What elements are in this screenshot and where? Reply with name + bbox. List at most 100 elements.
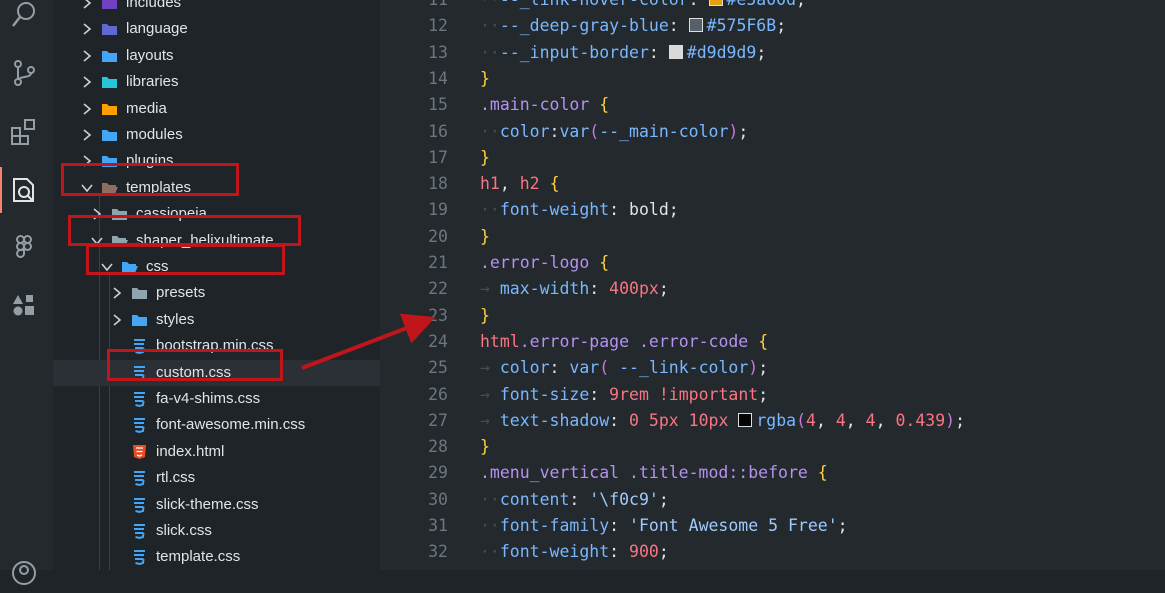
folder-icon xyxy=(102,103,117,115)
chevron-right-icon[interactable] xyxy=(79,21,95,37)
tree-item[interactable]: includes xyxy=(53,0,380,16)
line-number: 23 xyxy=(428,305,448,325)
color-swatch[interactable] xyxy=(668,44,683,59)
tree-item-label: index.html xyxy=(156,442,225,460)
code-text: → text-shadow: 0 5px 10px rgba(4, 4, 4, … xyxy=(480,410,966,430)
account-icon[interactable] xyxy=(9,558,39,588)
folder-icon xyxy=(102,0,117,9)
line-number: 14 xyxy=(428,68,448,88)
folder-icon xyxy=(132,314,147,326)
code-line[interactable]: 32 ··font-weight: 900; xyxy=(380,539,1165,565)
tree-item[interactable]: slick-theme.css xyxy=(53,492,380,518)
code-text: ··font-weight: bold; xyxy=(480,200,679,220)
code-line[interactable]: 17} xyxy=(380,145,1165,171)
chevron-right-icon[interactable] xyxy=(109,285,125,301)
code-line[interactable]: 16 ··color:var(--_main-color); xyxy=(380,119,1165,145)
html5-icon xyxy=(133,444,146,459)
figma-icon[interactable] xyxy=(9,233,39,263)
folder-icon xyxy=(102,50,117,62)
code-line[interactable]: 23} xyxy=(380,303,1165,329)
tree-item[interactable]: font-awesome.min.css xyxy=(53,412,380,438)
tree-item[interactable]: language xyxy=(53,16,380,42)
line-number: 28 xyxy=(428,437,448,457)
code-line[interactable]: 28} xyxy=(380,434,1165,460)
tree-item[interactable]: template.css xyxy=(53,544,380,570)
code-text: } xyxy=(480,437,490,457)
line-number: 27 xyxy=(428,410,448,430)
code-text: ··color:var(--_main-color); xyxy=(480,121,749,141)
tree-item[interactable]: rtl.css xyxy=(53,465,380,491)
tree-item[interactable]: modules xyxy=(53,122,380,148)
css3-icon xyxy=(134,550,145,566)
chevron-right-icon[interactable] xyxy=(109,312,125,328)
code-line[interactable]: 30 ··content: '\f0c9'; xyxy=(380,487,1165,513)
chevron-right-icon[interactable] xyxy=(79,101,95,117)
css3-icon xyxy=(134,418,145,434)
code-line[interactable]: 20} xyxy=(380,224,1165,250)
search-icon[interactable] xyxy=(9,0,39,30)
code-editor[interactable]: 11 ··--_link-hover-color: #e5a00d; 12 ··--_… xyxy=(380,0,1165,570)
code-line[interactable]: 14} xyxy=(380,66,1165,92)
code-line[interactable]: 29 .menu_vertical .title-mod::before { xyxy=(380,460,1165,486)
tree-item[interactable]: fa-v4-shims.css xyxy=(53,386,380,412)
code-text: ··content: '\f0c9'; xyxy=(480,489,669,509)
line-number: 24 xyxy=(428,331,448,351)
color-swatch[interactable] xyxy=(738,412,753,427)
code-line[interactable]: 18 h1, h2 { xyxy=(380,171,1165,197)
tree-item-label: presets xyxy=(156,284,206,302)
line-number: 31 xyxy=(428,516,448,535)
code-line[interactable]: 11 ··--_link-hover-color: #e5a00d; xyxy=(380,0,1165,13)
line-number: 21 xyxy=(428,253,448,272)
color-swatch[interactable] xyxy=(708,0,723,6)
tree-item-label: rtl.css xyxy=(156,469,196,487)
chevron-right-icon[interactable] xyxy=(79,0,95,11)
css3-icon xyxy=(134,497,145,513)
tree-item[interactable]: media xyxy=(53,96,380,122)
code-line[interactable]: 15 .main-color { xyxy=(380,92,1165,118)
code-line[interactable]: 25 → color: var( --_link-color); xyxy=(380,355,1165,381)
tree-item[interactable]: presets xyxy=(53,280,380,306)
highlight-box-css xyxy=(86,244,285,275)
code-line[interactable]: 13 ··--_input-border: #d9d9d9; xyxy=(380,40,1165,66)
chevron-right-icon[interactable] xyxy=(79,48,95,64)
tree-item[interactable]: slick.css xyxy=(53,518,380,544)
line-number: 16 xyxy=(428,121,448,141)
chevron-right-icon[interactable] xyxy=(79,127,95,143)
tree-item-label: font-awesome.min.css xyxy=(156,416,306,434)
code-line[interactable]: 31 ··font-family: 'Font Awesome 5 Free'; xyxy=(380,513,1165,539)
source-control-icon[interactable] xyxy=(9,58,39,88)
tree-item-label: layouts xyxy=(126,46,174,64)
tree-item[interactable]: index.html xyxy=(53,439,380,465)
code-line[interactable]: 27 → text-shadow: 0 5px 10px rgba(4, 4, 4… xyxy=(380,408,1165,434)
code-line[interactable]: 19 ··font-weight: bold; xyxy=(380,197,1165,223)
tree-item-label: media xyxy=(126,99,167,117)
chevron-right-icon[interactable] xyxy=(79,74,95,90)
tree-item-label: libraries xyxy=(126,73,179,91)
tree-item-label: slick.css xyxy=(156,522,212,539)
code-line[interactable]: 26 → font-size: 9rem !important; xyxy=(380,382,1165,408)
css3-icon xyxy=(134,524,145,539)
line-number: 19 xyxy=(428,200,448,220)
activity-bar xyxy=(0,0,54,585)
code-text: → max-width: 400px; xyxy=(480,279,669,299)
code-text: .error-logo { xyxy=(480,253,610,272)
code-line[interactable]: 22 → max-width: 400px; xyxy=(380,276,1165,302)
line-number: 11 xyxy=(380,0,448,13)
folder-icon xyxy=(102,130,117,141)
remote-explorer-icon[interactable] xyxy=(0,167,39,213)
code-line[interactable]: 24 html.error-page .error-code { xyxy=(380,329,1165,355)
code-line[interactable]: 21 .error-logo { xyxy=(380,250,1165,276)
shapes-icon[interactable] xyxy=(9,291,39,321)
extensions-icon[interactable] xyxy=(9,117,39,147)
code-text: → font-size: 9rem !important; xyxy=(480,384,769,404)
tree-item[interactable]: libraries xyxy=(53,69,380,95)
line-number: 17 xyxy=(428,147,448,167)
css3-icon xyxy=(134,471,145,487)
code-text: ··font-weight: 900; xyxy=(480,542,669,562)
color-swatch[interactable] xyxy=(688,18,703,33)
tree-item[interactable]: styles xyxy=(53,307,380,333)
tree-item[interactable]: layouts xyxy=(53,43,380,69)
code-line[interactable]: 12 ··--_deep-gray-blue: #575F6B; xyxy=(380,13,1165,39)
tree-item-label: styles xyxy=(156,310,195,328)
highlight-box-templates xyxy=(61,163,239,196)
